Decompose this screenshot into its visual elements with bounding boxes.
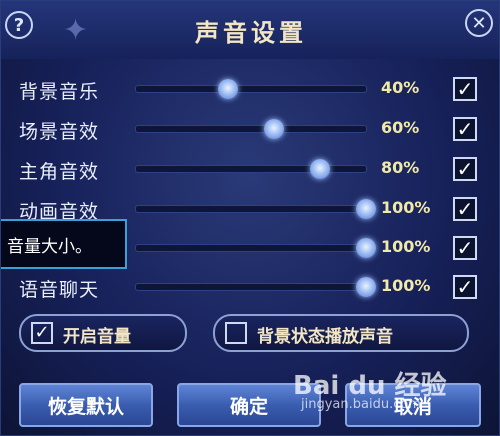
help-button[interactable]: ?	[5, 11, 33, 39]
enable-checkbox[interactable]: ✓	[453, 157, 477, 181]
volume-slider[interactable]	[135, 238, 376, 258]
row-label: 语音聊天	[19, 279, 100, 301]
background-sound-label: 背景状态播放声音	[257, 327, 393, 347]
dialog-title: 声音设置	[195, 19, 307, 47]
enable-checkbox[interactable]: ✓	[453, 236, 477, 260]
enable-volume-label: 开启音量	[63, 327, 131, 347]
enable-checkbox[interactable]: ✓	[453, 197, 477, 221]
slider-knob[interactable]	[310, 159, 330, 179]
slider-knob[interactable]	[264, 119, 284, 139]
row-hero-sfx: 主角音效 80% ✓	[1, 151, 499, 187]
row-label: 背景音乐	[19, 81, 100, 103]
volume-percent: 60%	[381, 118, 420, 137]
background-sound-checkbox[interactable]	[225, 322, 247, 344]
reset-defaults-button[interactable]: 恢复默认	[19, 383, 153, 427]
row-label: 主角音效	[19, 161, 100, 183]
enable-volume-checkbox[interactable]: ✓	[31, 322, 53, 344]
slider-knob[interactable]	[356, 277, 376, 297]
close-button[interactable]: ✕	[465, 9, 493, 37]
volume-percent: 100%	[381, 198, 431, 217]
slider-knob[interactable]	[218, 79, 238, 99]
volume-slider[interactable]	[135, 277, 376, 297]
volume-tooltip: 音量大小。	[1, 219, 127, 269]
title-bar: ✦ 声音设置	[1, 1, 499, 59]
row-scene-sfx: 场景音效 60% ✓	[1, 111, 499, 147]
enable-checkbox[interactable]: ✓	[453, 275, 477, 299]
watermark-url: jingyan.baidu.com	[301, 397, 421, 412]
volume-slider[interactable]	[135, 159, 367, 179]
sound-settings-dialog: ✦ 声音设置 ? ✕ 背景音乐 40% ✓ 场景音效 60% ✓ 主角音效 80…	[0, 0, 500, 436]
row-voice-chat: 语音聊天 100% ✓	[1, 269, 499, 305]
row-background-music: 背景音乐 40% ✓	[1, 71, 499, 107]
row-label: 场景音效	[19, 121, 100, 143]
slider-knob[interactable]	[356, 199, 376, 219]
volume-slider[interactable]	[135, 119, 367, 139]
enable-volume-toggle[interactable]: ✓ 开启音量	[19, 314, 187, 352]
volume-percent: 100%	[381, 237, 431, 256]
slider-knob[interactable]	[356, 238, 376, 258]
enable-checkbox[interactable]: ✓	[453, 117, 477, 141]
volume-percent: 80%	[381, 158, 420, 177]
volume-slider[interactable]	[135, 79, 367, 99]
background-sound-toggle[interactable]: 背景状态播放声音	[213, 314, 469, 352]
enable-checkbox[interactable]: ✓	[453, 77, 477, 101]
volume-slider[interactable]	[135, 199, 376, 219]
volume-percent: 40%	[381, 78, 420, 97]
volume-percent: 100%	[381, 276, 431, 295]
